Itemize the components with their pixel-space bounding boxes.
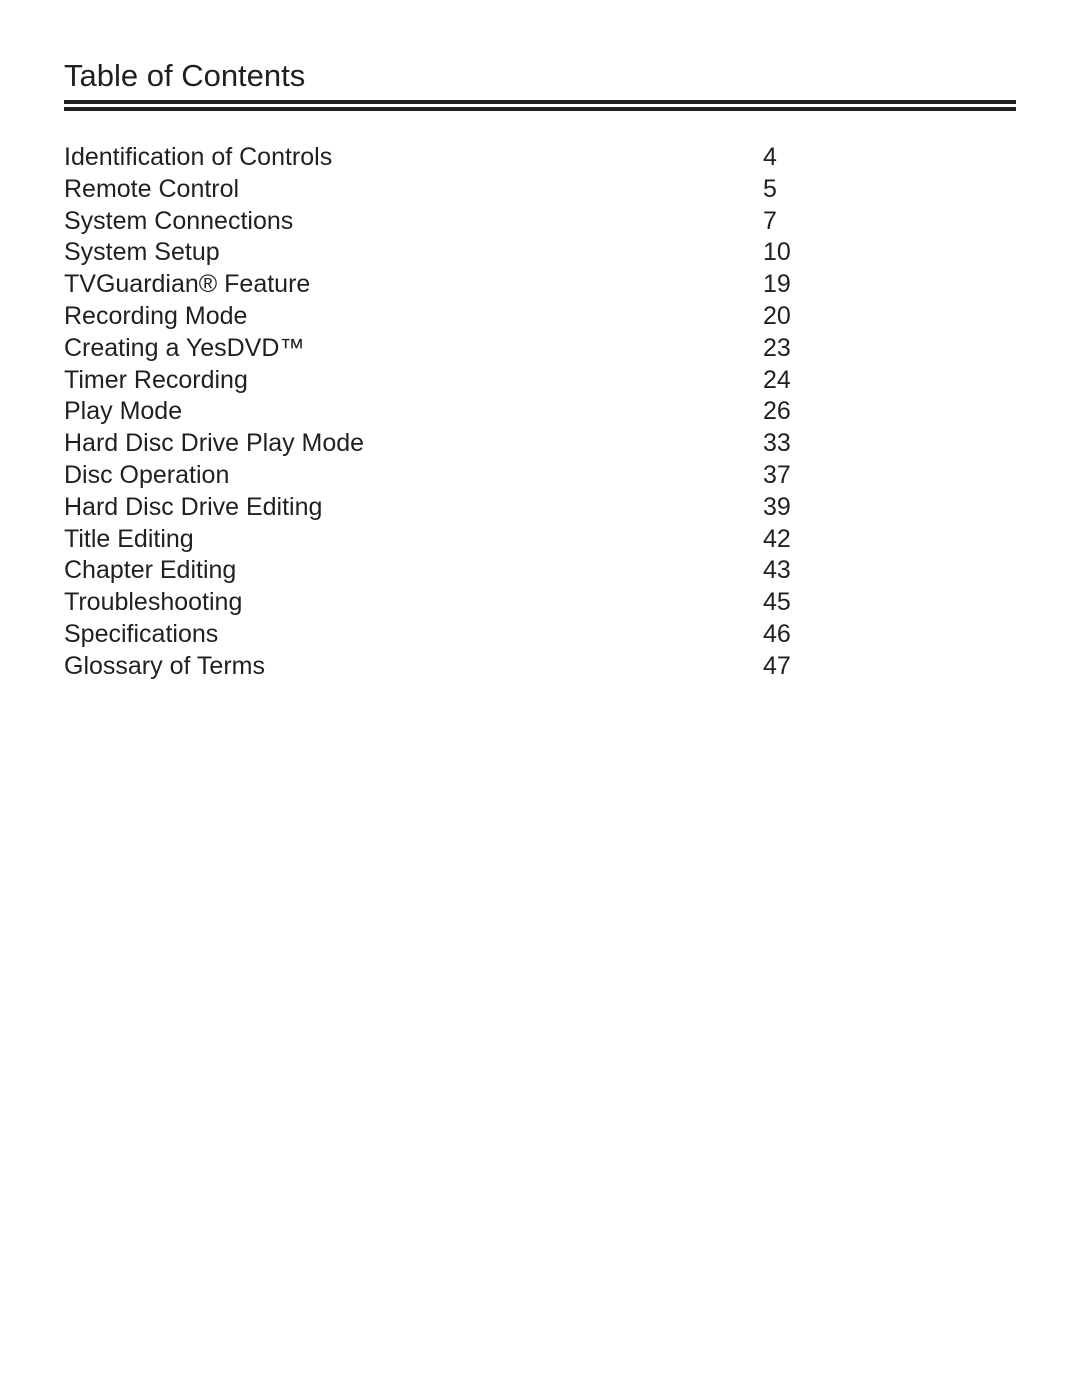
toc-entry-page: 33 <box>763 429 791 458</box>
toc-entry[interactable]: Hard Disc Drive Editing 39 <box>64 492 824 524</box>
toc-entry-page: 37 <box>763 460 791 489</box>
toc-entry-title: Glossary of Terms <box>64 651 265 680</box>
toc-entry[interactable]: System Connections 7 <box>64 206 824 238</box>
toc-entry-title: System Connections <box>64 206 294 235</box>
toc-entry[interactable]: Identiﬁcation of Controls 4 <box>64 142 824 174</box>
toc-entry-page: 42 <box>763 524 791 553</box>
toc-entry-title: Troubleshooting <box>64 588 243 617</box>
toc-entry-title: Hard Disc Drive Play Mode <box>64 429 365 458</box>
toc-entry-page: 19 <box>763 270 791 299</box>
toc-entry-page: 10 <box>763 238 791 267</box>
toc-entry-page: 43 <box>763 556 791 585</box>
toc-entry-title: Recording Mode <box>64 301 248 330</box>
toc-entry-title: Identiﬁcation of Controls <box>64 143 333 171</box>
toc-entry-page: 23 <box>763 333 791 362</box>
toc-entry[interactable]: Play Mode 26 <box>64 396 824 428</box>
page-title: Table of Contents <box>64 58 306 93</box>
toc-entry-page: 24 <box>763 365 791 394</box>
toc-entry-page: 7 <box>763 206 777 235</box>
toc-list: Identiﬁcation of Controls 4 Remote Contro… <box>64 142 824 683</box>
toc-entry[interactable]: System Setup 10 <box>64 237 824 269</box>
toc-entry[interactable]: Recording Mode 20 <box>64 301 824 333</box>
toc-entry[interactable]: Troubleshooting 45 <box>64 587 824 619</box>
toc-entry-title: Speciﬁcations <box>64 619 219 648</box>
toc-entry[interactable]: Glossary of Terms 47 <box>64 651 824 683</box>
toc-entry-title: Timer Recording <box>64 365 248 394</box>
toc-entry-page: 26 <box>763 397 791 426</box>
toc-entry-title: Play Mode <box>64 397 183 426</box>
toc-entry-page: 46 <box>763 619 791 648</box>
toc-entry-title: Chapter Editing <box>64 556 237 585</box>
toc-entry[interactable]: Creating a YesDVD™ 23 <box>64 333 824 365</box>
toc-entry-page: 47 <box>763 651 791 680</box>
toc-entry-title: Disc Operation <box>64 460 230 489</box>
toc-entry[interactable]: Disc Operation 37 <box>64 460 824 492</box>
toc-entry[interactable]: Chapter Editing 43 <box>64 555 824 587</box>
toc-entry-page: 20 <box>763 301 791 330</box>
toc-entry-title: System Setup <box>64 238 220 267</box>
toc-entry-page: 39 <box>763 492 791 521</box>
toc-entry-title: TVGuardian® Feature <box>64 270 311 299</box>
toc-entry-title: Hard Disc Drive Editing <box>64 492 323 521</box>
toc-entry-page: 5 <box>763 174 777 203</box>
toc-entry-title: Remote Control <box>64 174 240 203</box>
toc-entry[interactable]: Speciﬁcations 46 <box>64 619 824 651</box>
toc-entry-page: 4 <box>763 143 777 171</box>
toc-entry-title: Title Editing <box>64 524 194 553</box>
title-rule-bottom <box>64 107 1016 111</box>
toc-entry-title: Creating a YesDVD™ <box>64 333 305 362</box>
toc-entry-page: 45 <box>763 588 791 617</box>
toc-entry[interactable]: TVGuardian® Feature 19 <box>64 269 824 301</box>
toc-entry[interactable]: Timer Recording 24 <box>64 365 824 397</box>
toc-entry[interactable]: Remote Control 5 <box>64 174 824 206</box>
toc-entry[interactable]: Hard Disc Drive Play Mode 33 <box>64 428 824 460</box>
title-rule-top <box>64 100 1016 104</box>
toc-entry[interactable]: Title Editing 42 <box>64 524 824 556</box>
